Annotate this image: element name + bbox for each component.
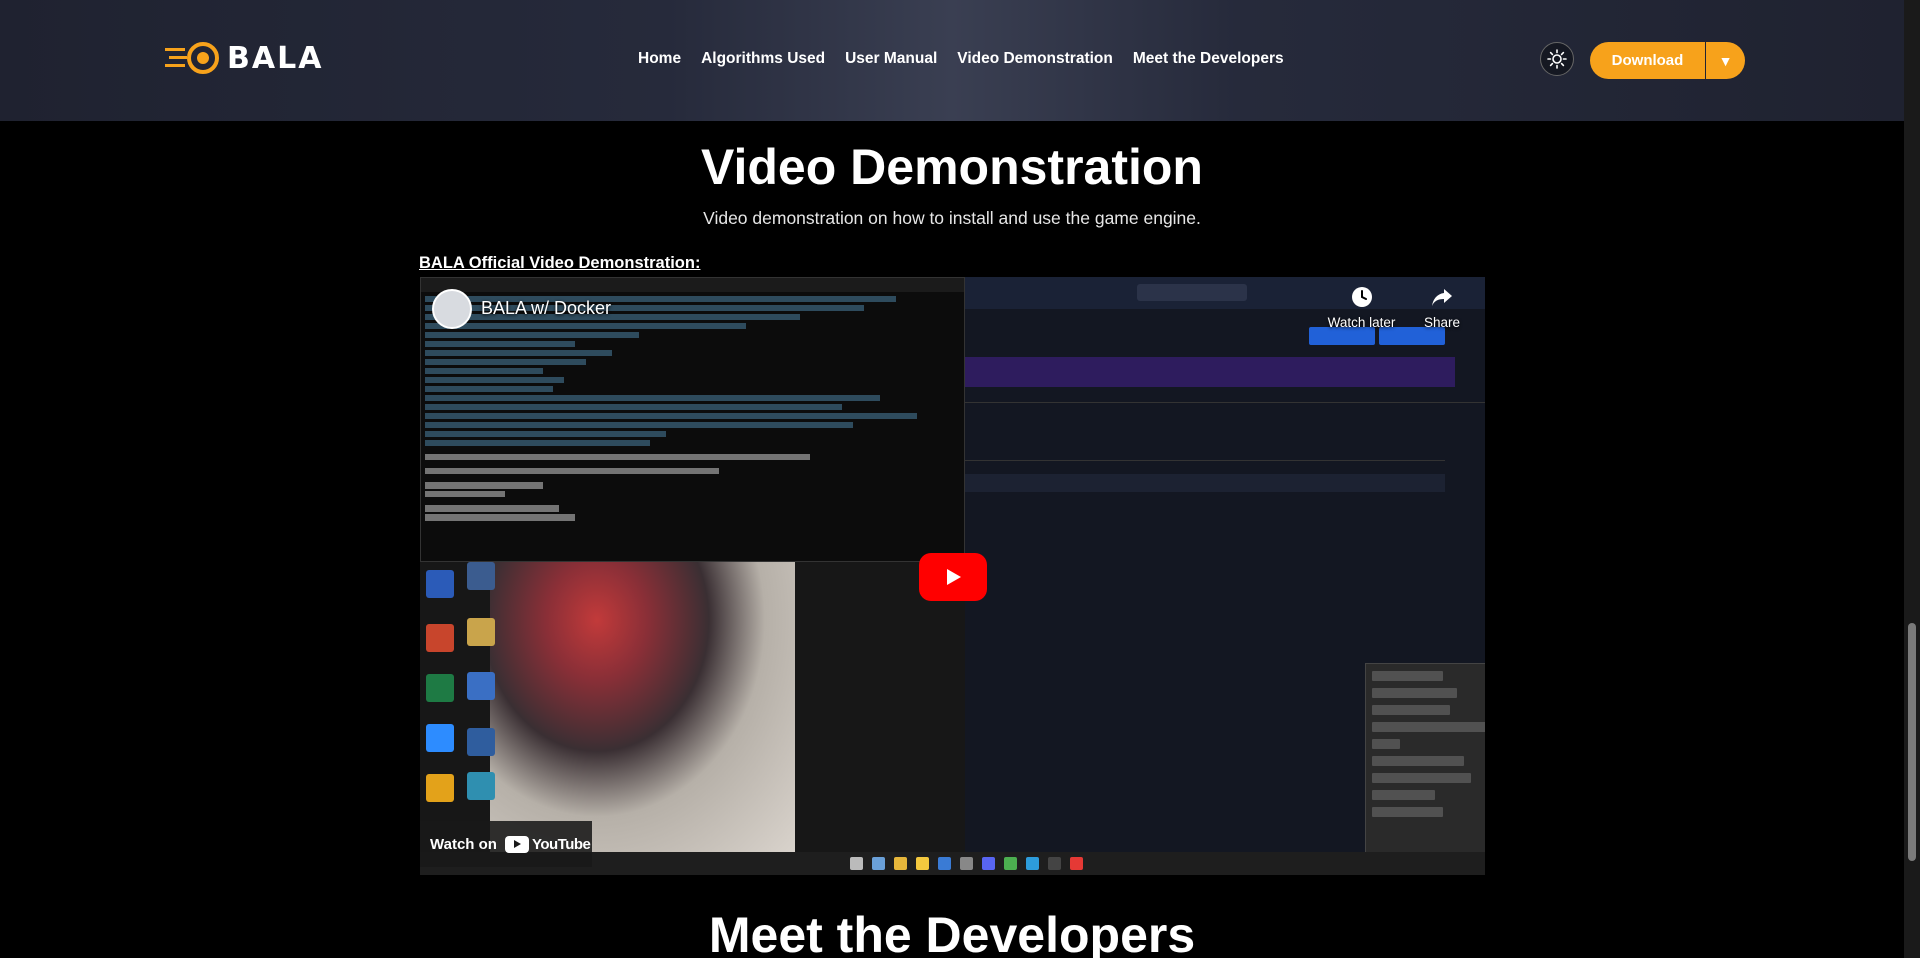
nav-link-home[interactable]: Home — [638, 50, 681, 68]
video-link[interactable]: BALA Official Video Demonstration: — [419, 254, 700, 273]
chevron-down-icon: ▼ — [1718, 52, 1733, 69]
watch-later-label: Watch later — [1327, 315, 1396, 330]
nav-link-user-manual[interactable]: User Manual — [845, 50, 937, 68]
play-button[interactable] — [919, 553, 987, 601]
watch-later-button[interactable]: Watch later — [1324, 285, 1399, 330]
navbar: BALA Home Algorithms Used User Manual Vi… — [0, 0, 1904, 121]
clock-icon — [1351, 287, 1372, 307]
nav-link-algorithms[interactable]: Algorithms Used — [701, 50, 825, 68]
video-frame-desktop — [420, 562, 965, 852]
brand-name: BALA — [227, 40, 324, 76]
nav-link-developers[interactable]: Meet the Developers — [1133, 50, 1284, 68]
next-section-title: Meet the Developers — [708, 907, 1196, 958]
nav-link-video-demo[interactable]: Video Demonstration — [957, 50, 1113, 68]
share-button[interactable]: Share — [1417, 285, 1467, 330]
download-dropdown-button[interactable]: ▼ — [1706, 42, 1745, 79]
brand-logo[interactable]: BALA — [163, 40, 323, 76]
sun-icon — [1547, 49, 1567, 69]
nav-links: Home Algorithms Used User Manual Video D… — [638, 50, 1284, 68]
share-icon — [1432, 289, 1452, 306]
video-frame-terminal — [420, 277, 965, 562]
watch-on-label: Watch on — [430, 835, 497, 853]
watch-on-youtube-button[interactable]: Watch on YouTube — [420, 821, 592, 867]
youtube-embed[interactable]: BALA w/ Docker Watch later Share Watch o… — [420, 277, 1485, 875]
share-label: Share — [1423, 315, 1461, 330]
bala-logo-icon — [165, 42, 219, 74]
youtube-wordmark: YouTube — [531, 835, 591, 853]
video-frame-docker — [965, 277, 1485, 875]
theme-toggle-button[interactable] — [1540, 42, 1574, 76]
section-subtitle: Video demonstration on how to install an… — [703, 208, 1201, 228]
video-title[interactable]: BALA w/ Docker — [481, 298, 611, 319]
section-title: Video Demonstration — [701, 139, 1203, 195]
scrollbar-thumb[interactable] — [1908, 623, 1916, 861]
youtube-logo-icon: YouTube — [504, 835, 591, 853]
page-scrollbar[interactable] — [1904, 0, 1920, 958]
channel-avatar[interactable] — [432, 289, 472, 329]
download-button[interactable]: Download — [1590, 42, 1705, 79]
play-icon — [947, 569, 961, 585]
